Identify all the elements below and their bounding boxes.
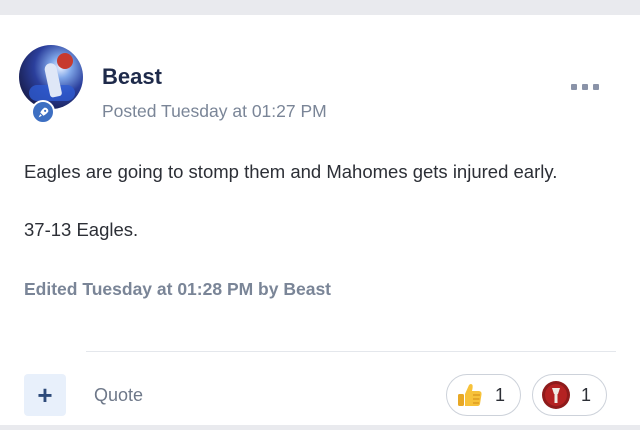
reaction-thumbs-up[interactable]: 1 xyxy=(446,374,521,416)
divider xyxy=(86,351,616,352)
multiquote-add-button[interactable]: + xyxy=(24,374,66,416)
post-text-line: Eagles are going to stomp them and Mahom… xyxy=(24,161,558,182)
post-content: Eagles are going to stomp them and Mahom… xyxy=(24,157,584,245)
more-options-icon[interactable] xyxy=(571,77,599,97)
rocket-icon xyxy=(31,100,55,124)
thumbs-up-icon xyxy=(455,380,485,410)
reaction-count: 1 xyxy=(495,384,506,405)
avatar[interactable] xyxy=(19,45,83,124)
red-badge-icon xyxy=(541,380,571,410)
reaction-count: 1 xyxy=(581,384,592,405)
post-text-line: 37-13 Eagles. xyxy=(24,219,139,240)
reaction-badge[interactable]: 1 xyxy=(532,374,607,416)
post-timestamp[interactable]: Posted Tuesday at 01:27 PM xyxy=(102,101,327,122)
quote-button[interactable]: Quote xyxy=(94,385,143,406)
post-card: Beast Posted Tuesday at 01:27 PM Eagles … xyxy=(0,15,640,425)
edited-note: Edited Tuesday at 01:28 PM by Beast xyxy=(24,279,332,299)
avatar-image xyxy=(19,45,83,109)
author-name[interactable]: Beast xyxy=(102,64,162,90)
